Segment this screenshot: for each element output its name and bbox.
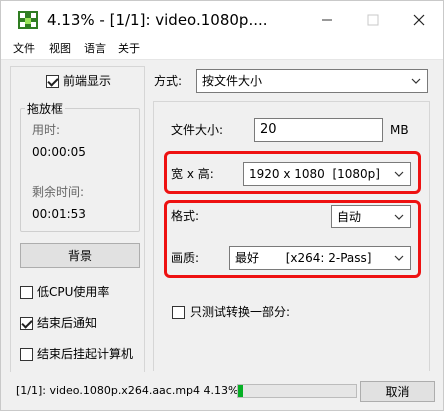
progress-bar — [237, 384, 357, 398]
left-panel-border — [10, 66, 11, 372]
settings-frame-top — [153, 101, 429, 102]
test-partial-label: 只测试转换一部分: — [190, 305, 291, 319]
title-bar[interactable]: 4.13% - [1/1]: video.1080p.... — [1, 1, 443, 39]
left-panel-border-top — [10, 66, 144, 67]
window-title: 4.13% - [1/1]: video.1080p.... — [47, 11, 268, 29]
remaining-time-label: 剩余时间: — [32, 185, 85, 199]
notify-on-finish-checkbox[interactable] — [20, 317, 33, 330]
menu-language[interactable]: 语言 — [84, 42, 106, 56]
front-display-checkbox[interactable] — [46, 75, 59, 88]
file-size-value: 20 — [260, 122, 277, 137]
drop-box-title: 拖放框 — [25, 101, 66, 117]
minimize-icon — [322, 19, 332, 21]
resolution-highlight-box — [164, 151, 421, 194]
test-partial-checkbox[interactable] — [172, 306, 185, 319]
background-button[interactable]: 背景 — [20, 243, 140, 268]
menu-view[interactable]: 视图 — [49, 42, 71, 56]
menu-file[interactable]: 文件 — [13, 42, 35, 56]
low-cpu-label: 低CPU使用率 — [37, 285, 110, 299]
app-window: 4.13% - [1/1]: video.1080p.... 文件 视图 语言 … — [0, 0, 444, 411]
used-time-label: 用时: — [32, 123, 61, 137]
notify-on-finish-label: 结束后通知 — [37, 316, 98, 330]
maximize-button[interactable] — [350, 1, 396, 39]
close-button[interactable] — [396, 1, 442, 39]
minimize-button[interactable] — [304, 1, 350, 39]
menu-about[interactable]: 关于 — [118, 42, 140, 56]
app-logo-icon — [18, 11, 38, 29]
front-display-label: 前端显示 — [63, 74, 112, 88]
maximize-icon — [367, 14, 379, 26]
low-cpu-checkbox[interactable] — [20, 286, 33, 299]
suspend-on-finish-checkbox[interactable] — [20, 348, 33, 361]
settings-frame-right — [429, 101, 430, 371]
menu-bar: 文件 视图 语言 关于 — [1, 39, 443, 60]
mode-select-value: 按文件大小 — [202, 74, 263, 88]
panel-divider — [144, 66, 145, 372]
close-icon — [413, 14, 425, 26]
file-size-input[interactable]: 20 — [254, 118, 383, 142]
progress-fill — [238, 385, 243, 397]
file-size-unit: MB — [390, 123, 409, 137]
file-size-label: 文件大小: — [171, 123, 224, 137]
used-time-value: 00:00:05 — [32, 145, 86, 159]
mode-label: 方式: — [154, 74, 183, 88]
suspend-on-finish-label: 结束后挂起计算机 — [37, 347, 134, 361]
mode-select[interactable]: 按文件大小 — [196, 69, 428, 93]
status-text: [1/1]: video.1080p.x264.aac.mp4 4.13% — [16, 384, 239, 397]
chevron-down-icon — [411, 78, 421, 84]
format-quality-highlight-box — [164, 200, 421, 278]
remaining-time-value: 00:01:53 — [32, 207, 86, 221]
cancel-button[interactable]: 取消 — [360, 381, 435, 402]
settings-frame-left — [153, 101, 154, 371]
